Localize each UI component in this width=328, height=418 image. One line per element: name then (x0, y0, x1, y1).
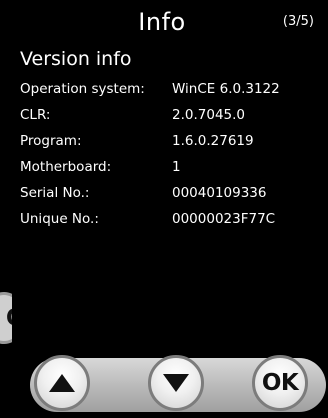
info-dialog: Info (3/5) Version info Operation system… (12, 0, 328, 418)
info-row-clr: CLR: 2.0.7045.0 (20, 102, 320, 128)
info-row-operation-system: Operation system: WinCE 6.0.3122 (20, 76, 320, 102)
info-label: CLR: (20, 107, 51, 123)
info-row-unique: Unique No.: 00000023F77C (20, 206, 320, 232)
section-title: Version info (20, 48, 132, 70)
up-arrow-icon (49, 374, 75, 392)
info-label: Serial No.: (20, 185, 90, 201)
info-label: Motherboard: (20, 159, 112, 175)
info-row-program: Program: 1.6.0.27619 (20, 128, 320, 154)
background-window-edge (0, 0, 12, 418)
info-row-serial: Serial No.: 00040109336 (20, 180, 320, 206)
info-value: 00000023F77C (172, 211, 276, 227)
info-label: Program: (20, 133, 82, 149)
ok-button[interactable]: OK (252, 355, 308, 411)
info-row-motherboard: Motherboard: 1 (20, 154, 320, 180)
info-value: 1 (172, 159, 181, 175)
info-label: Unique No.: (20, 211, 99, 227)
page-title: Info (138, 8, 186, 36)
ok-button-label: OK (261, 370, 299, 396)
device-screen: OK Info (3/5) Version info Operation sys… (0, 0, 328, 418)
scroll-down-button[interactable] (148, 355, 204, 411)
info-list: Operation system: WinCE 6.0.3122 CLR: 2.… (20, 76, 320, 232)
down-arrow-icon (163, 374, 189, 392)
info-value: 00040109336 (172, 185, 267, 201)
info-value: 1.6.0.27619 (172, 133, 254, 149)
info-value: WinCE 6.0.3122 (172, 81, 280, 97)
page-indicator: (3/5) (282, 14, 314, 29)
info-value: 2.0.7045.0 (172, 107, 245, 123)
scroll-up-button[interactable] (34, 355, 90, 411)
info-label: Operation system: (20, 81, 145, 97)
